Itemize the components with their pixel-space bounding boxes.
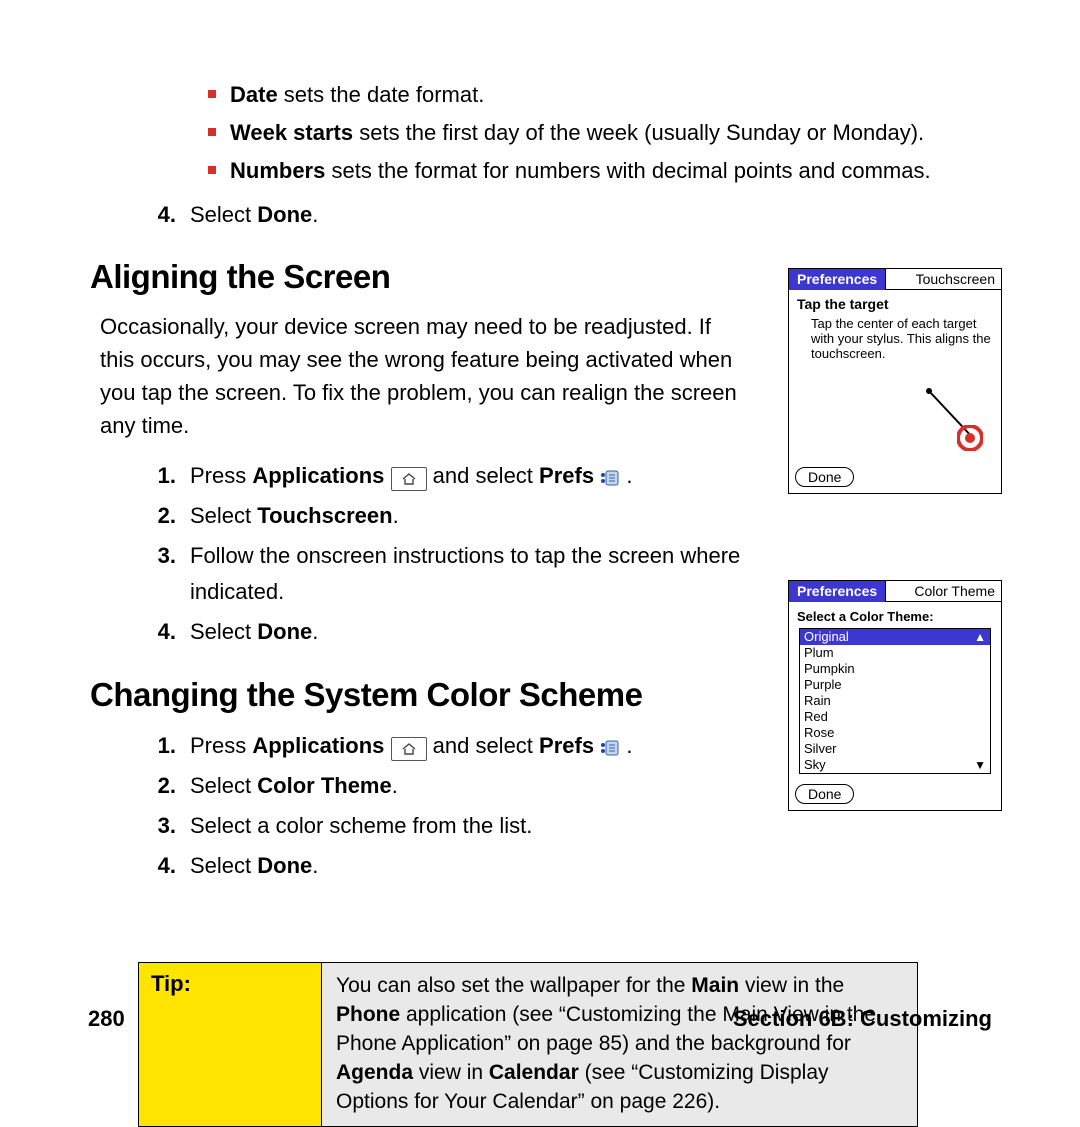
bullet-weekstarts-text: Week starts sets the first day of the we… [230,116,924,150]
list-item[interactable]: Pumpkin [800,661,990,677]
align-step-4: 4. Select Done. [150,614,780,650]
tap-target-instructions: Tap the center of each target with your … [797,312,993,361]
color-theme-list[interactable]: Original▲ Plum Pumpkin Purple Rain Red R… [799,628,991,774]
scroll-up-icon[interactable]: ▲ [974,629,986,645]
tip-box: Tip: You can also set the wallpaper for … [138,962,918,1127]
prefs-tab: Preferences [789,269,886,290]
list-item[interactable]: Sky▼ [800,757,990,773]
screenshot-touchscreen: Preferences Touchscreen Tap the target T… [788,268,1002,494]
align-step-1: 1. Press Applications and select Prefs . [150,458,780,494]
page-number: 280 [88,1006,125,1032]
prefs-tab: Preferences [789,581,886,602]
step-text: Select a color scheme from the list. [190,808,780,844]
align-step-3: 3. Follow the onscreen instructions to t… [150,538,780,610]
list-item[interactable]: Plum [800,645,990,661]
bullet-date: Date sets the date format. [208,78,992,112]
color-step-1: 1. Press Applications and select Prefs . [150,728,780,764]
list-item[interactable]: Purple [800,677,990,693]
list-item[interactable]: Original▲ [800,629,990,645]
step-number: 4. [150,614,176,650]
scroll-down-icon[interactable]: ▼ [974,757,986,773]
list-item[interactable]: Silver [800,741,990,757]
bullet-icon [208,166,216,174]
step-text: Select Done. [190,614,780,650]
step-4-done: 4. Select Done. [150,198,992,232]
format-sublist: Date sets the date format. Week starts s… [208,78,992,188]
tap-target-heading: Tap the target [797,296,889,312]
prefs-icon [600,733,626,758]
tip-label: Tip: [139,963,322,1126]
step-text: Follow the onscreen instructions to tap … [190,538,780,610]
step-number: 4. [150,848,176,884]
step-text: Press Applications and select Prefs . [190,458,780,494]
step-number: 4. [150,198,176,232]
screenshot-color-theme: Preferences Color Theme Select a Color T… [788,580,1002,811]
step-number: 2. [150,768,176,804]
bullet-numbers-text: Numbers sets the format for numbers with… [230,154,931,188]
bullet-weekstarts: Week starts sets the first day of the we… [208,116,992,150]
tip-body: You can also set the wallpaper for the M… [322,963,917,1126]
list-item[interactable]: Rain [800,693,990,709]
prefs-category: Touchscreen [886,269,1001,290]
prefs-category: Color Theme [886,581,1001,602]
color-step-4: 4. Select Done. [150,848,780,884]
step-number: 1. [150,728,176,764]
aligning-screen-paragraph: Occasionally, your device screen may nee… [100,310,740,442]
step-number: 2. [150,498,176,534]
list-item[interactable]: Rose [800,725,990,741]
select-color-theme-heading: Select a Color Theme: [797,609,934,624]
step-text: Select Color Theme. [190,768,780,804]
step-number: 3. [150,538,176,610]
home-key-icon [391,467,427,491]
step-text: Select Done. [190,848,780,884]
step-text: Press Applications and select Prefs . [190,728,780,764]
step-number: 1. [150,458,176,494]
done-button[interactable]: Done [795,467,854,487]
prefs-icon [600,463,626,488]
list-item[interactable]: Red [800,709,990,725]
color-step-2: 2. Select Color Theme. [150,768,780,804]
home-key-icon [391,737,427,761]
step-text: Select Done. [190,198,992,232]
done-button[interactable]: Done [795,784,854,804]
bullet-date-text: Date sets the date format. [230,78,484,112]
bullet-numbers: Numbers sets the format for numbers with… [208,154,992,188]
bullet-icon [208,128,216,136]
section-title: Section 6B: Customizing [733,1006,992,1032]
bullet-icon [208,90,216,98]
align-step-2: 2. Select Touchscreen. [150,498,780,534]
step-text: Select Touchscreen. [190,498,780,534]
color-step-3: 3. Select a color scheme from the list. [150,808,780,844]
step-number: 3. [150,808,176,844]
